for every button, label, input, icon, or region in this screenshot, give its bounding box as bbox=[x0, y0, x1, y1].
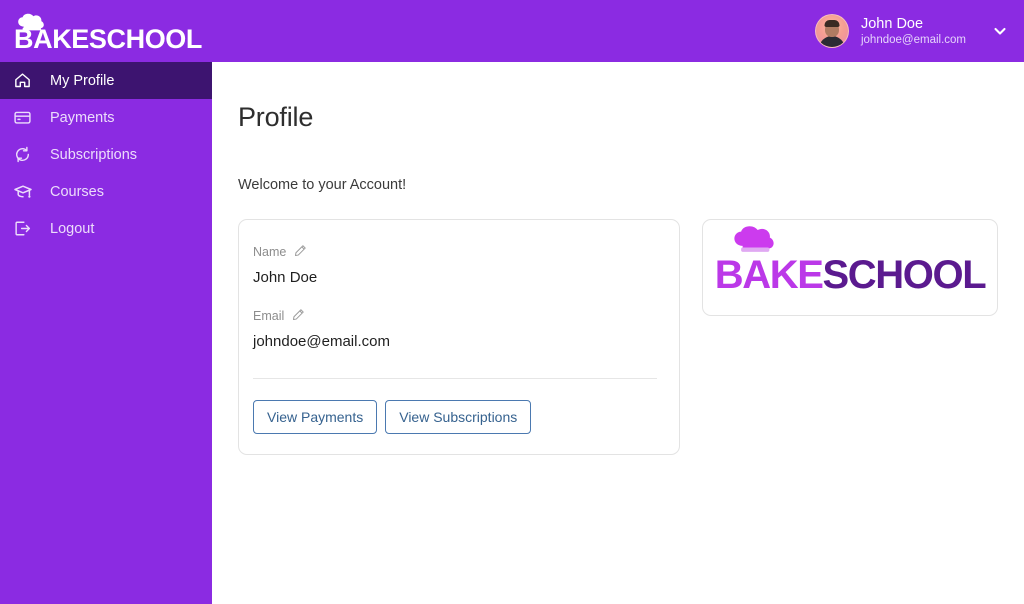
avatar-hair bbox=[824, 20, 840, 27]
sidebar-item-label: Subscriptions bbox=[50, 146, 138, 163]
sidebar-item-courses[interactable]: Courses bbox=[0, 173, 212, 210]
user-menu[interactable]: John Doe johndoe@email.com bbox=[814, 14, 1024, 48]
sidebar-item-payments[interactable]: Payments bbox=[0, 99, 212, 136]
sidebar-item-label: Courses bbox=[50, 183, 104, 200]
user-name: John Doe bbox=[860, 15, 924, 32]
logo-text-school: SCHOOL bbox=[822, 252, 987, 297]
field-value-name: John Doe bbox=[253, 269, 318, 286]
field-label-text: Name bbox=[253, 245, 287, 259]
profile-details-card: Name John Doe Email johndoe@email.com Vi… bbox=[238, 219, 680, 455]
top-header-bar: BAKESCHOOL John Doe johndoe@email.com bbox=[0, 0, 1024, 62]
welcome-message: Welcome to your Account! bbox=[238, 177, 407, 193]
sidebar-item-label: Payments bbox=[50, 109, 115, 126]
sidebar-item-subscriptions[interactable]: Subscriptions bbox=[0, 136, 212, 173]
logout-icon bbox=[12, 218, 33, 239]
cards-row: Name John Doe Email johndoe@email.com Vi… bbox=[238, 219, 1024, 455]
avatar-body bbox=[818, 36, 845, 47]
logo-inner: BAKESCHOOL bbox=[715, 225, 987, 297]
field-email: Email johndoe@email.com bbox=[253, 308, 657, 350]
view-subscriptions-button[interactable]: View Subscriptions bbox=[385, 400, 532, 434]
sidebar-item-my-profile[interactable]: My Profile bbox=[0, 62, 212, 99]
sidebar-item-logout[interactable]: Logout bbox=[0, 210, 212, 247]
sidebar-nav: My Profile Payments Subscriptions Course… bbox=[0, 62, 212, 604]
refresh-cycle-icon bbox=[12, 144, 33, 165]
page-title: Profile bbox=[238, 102, 314, 132]
field-name: Name John Doe bbox=[253, 244, 657, 286]
brand-logo[interactable]: BAKESCHOOL bbox=[0, 10, 202, 53]
field-label-row: Email bbox=[253, 308, 657, 324]
field-label-row: Name bbox=[253, 244, 657, 260]
view-payments-button[interactable]: View Payments bbox=[253, 400, 378, 434]
brand-logo-card: BAKESCHOOL bbox=[702, 219, 998, 316]
main-content: Profile Welcome to your Account! Name Jo… bbox=[212, 62, 1024, 604]
user-email: johndoe@email.com bbox=[860, 33, 966, 46]
field-value-email: johndoe@email.com bbox=[253, 333, 390, 350]
pencil-icon[interactable] bbox=[292, 308, 305, 324]
chevron-down-icon[interactable] bbox=[992, 23, 1008, 39]
chef-hat-icon bbox=[731, 225, 777, 264]
sidebar-item-label: Logout bbox=[50, 220, 95, 237]
card-divider bbox=[253, 378, 657, 379]
card-actions: View Payments View Subscriptions bbox=[253, 400, 657, 434]
chef-hat-icon bbox=[16, 13, 46, 40]
user-avatar bbox=[814, 14, 849, 48]
sidebar-item-label: My Profile bbox=[50, 72, 115, 89]
app-root: BAKESCHOOL John Doe johndoe@email.com My… bbox=[0, 0, 1024, 604]
pencil-icon[interactable] bbox=[294, 244, 307, 260]
credit-card-icon bbox=[12, 107, 33, 128]
field-label-text: Email bbox=[253, 309, 285, 323]
home-icon bbox=[12, 70, 33, 91]
user-meta: John Doe johndoe@email.com bbox=[861, 15, 966, 48]
graduation-cap-icon bbox=[12, 181, 33, 202]
